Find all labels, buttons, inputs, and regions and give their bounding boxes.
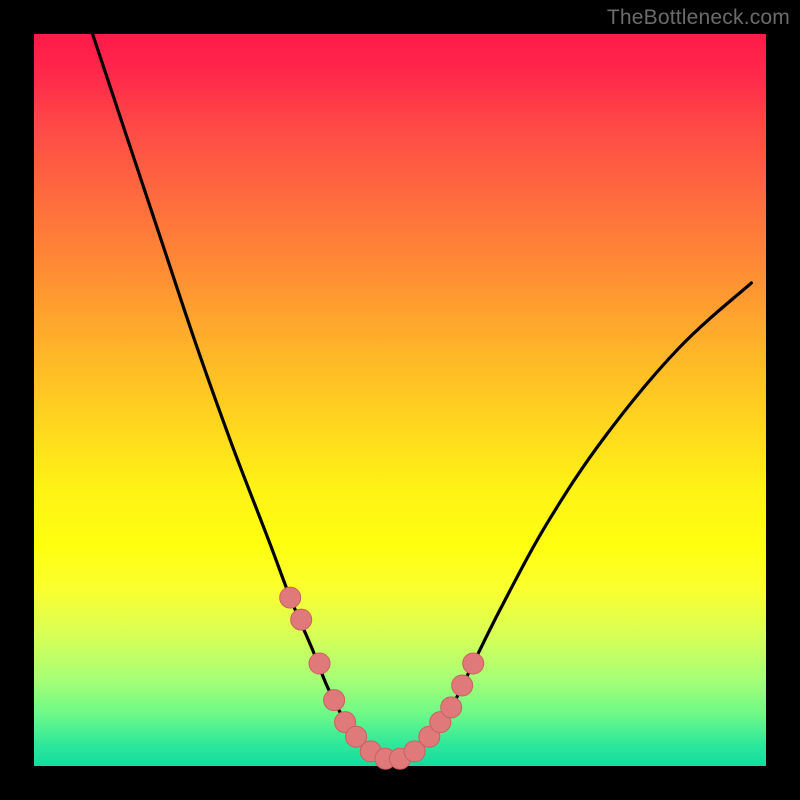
- marker-point: [452, 675, 473, 696]
- watermark-label: TheBottleneck.com: [607, 6, 790, 30]
- plot-area: [34, 34, 766, 766]
- chart-svg: [34, 34, 766, 766]
- marker-point: [463, 653, 484, 674]
- marker-point: [280, 587, 301, 608]
- marker-group: [280, 587, 484, 769]
- marker-point: [291, 609, 312, 630]
- marker-point: [441, 697, 462, 718]
- bottleneck-curve: [93, 34, 752, 760]
- chart-frame: TheBottleneck.com: [0, 0, 800, 800]
- marker-point: [309, 653, 330, 674]
- marker-point: [324, 690, 345, 711]
